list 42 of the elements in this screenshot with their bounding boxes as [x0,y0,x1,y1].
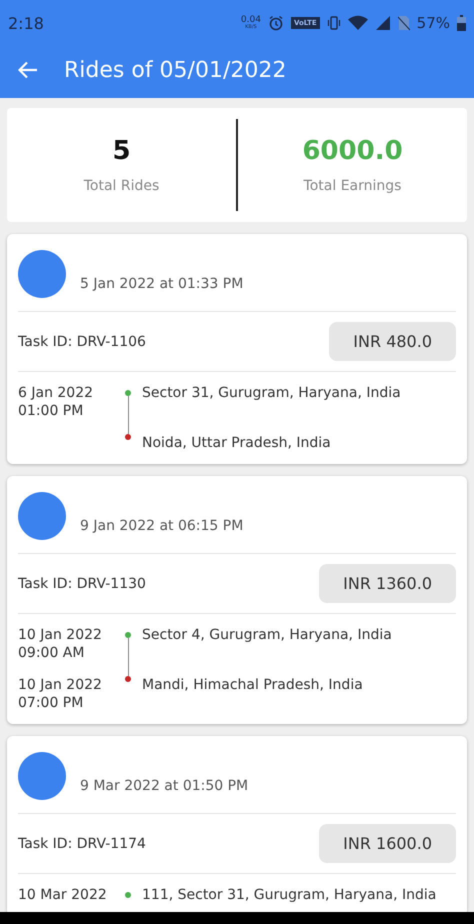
avatar [18,752,66,800]
task-id: Task ID: DRV-1174 [18,836,146,852]
stop-date: 10 Jan 2022 [18,626,103,644]
stop-time: 09:00 AM [18,644,86,662]
stop-address: Sector 31, Gurugram, Haryana, India [142,384,401,403]
task-id: Task ID: DRV-1130 [18,576,146,592]
screen-title: Rides of 05/01/2022 [64,58,286,82]
no-sim-icon [398,15,410,31]
stop-address: Mandi, Himachal Pradesh, India [142,676,363,695]
stop-date: 6 Jan 2022 [18,384,94,402]
task-id: Task ID: DRV-1106 [18,334,146,350]
battery-icon [457,15,466,31]
stop-date: 10 Mar 2022 [18,886,108,904]
battery-percent: 57% [416,14,450,32]
status-time: 2:18 [8,14,44,32]
fare-chip: INR 480.0 [329,322,456,361]
ride-created-date: 9 Mar 2022 at 01:50 PM [80,778,248,794]
stop-address: 111, Sector 31, Gurugram, Haryana, India [142,886,436,904]
avatar [18,250,66,298]
stop-address: Sector 4, Gurugram, Haryana, India [142,626,392,645]
vibrate-icon [326,15,341,31]
wifi-icon [348,15,368,31]
ride-card[interactable]: 9 Mar 2022 at 01:50 PM Task ID: DRV-1174 INR 1600.0 10 Mar 2022 111, Sector 31, Gurugram, Haryana, India [7,736,467,912]
stop-date: 10 Jan 2022 [18,676,103,694]
summary-value: 5 [112,136,131,166]
fare-chip: INR 1360.0 [319,564,456,603]
signal-icon [374,15,391,31]
summary-label: Total Earnings [304,178,402,194]
back-arrow-icon[interactable] [18,61,38,79]
stop-address: Noida, Uttar Pradesh, India [142,434,331,452]
avatar [18,492,66,540]
fare-chip: INR 1600.0 [319,824,456,863]
summary-value: 6000.0 [302,136,403,166]
ride-card[interactable]: 5 Jan 2022 at 01:33 PM Task ID: DRV-1106 INR 480.0 6 Jan 2022 01:00 PM Sector 31, Gurugram, Haryana, India Noida, Uttar Pradesh, India [7,234,467,464]
stop-time: 01:00 PM [18,402,84,420]
ride-created-date: 9 Jan 2022 at 06:15 PM [80,518,244,534]
ride-created-date: 5 Jan 2022 at 01:33 PM [80,276,244,292]
network-speed: 0.04 [240,16,261,25]
alarm-icon [268,15,284,31]
ride-card[interactable]: 9 Jan 2022 at 06:15 PM Task ID: DRV-1130 INR 1360.0 10 Jan 2022 09:00 AM Sector 4, Gurugram, Haryana, India 10 Jan 2022 07:00 PM Mandi, Himachal Pradesh, India [7,476,467,724]
summary-label: Total Rides [84,178,160,194]
stop-time: 07:00 PM [18,694,84,712]
